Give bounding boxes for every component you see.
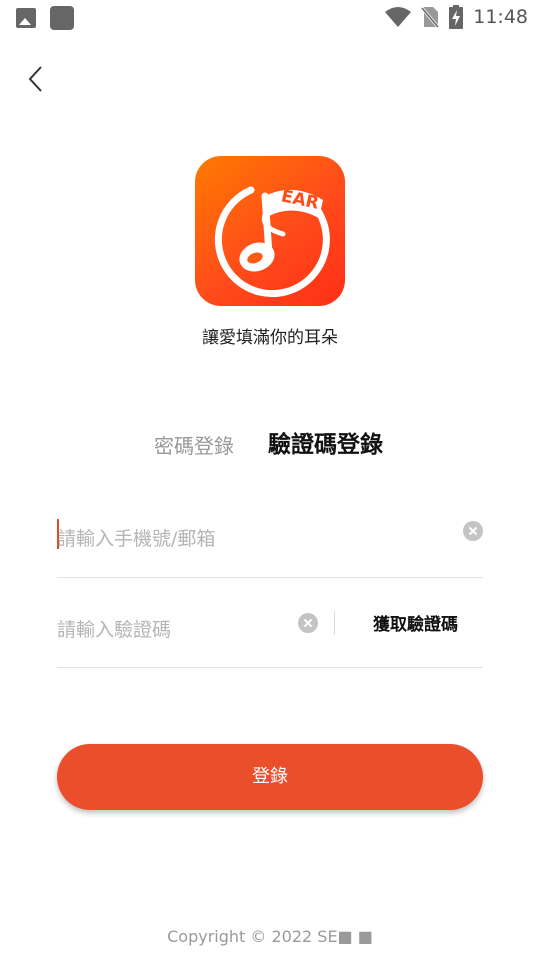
image-icon	[16, 8, 36, 28]
app-square-icon	[50, 6, 74, 30]
copyright-text: Copyright © 2022 SE■ ■	[167, 927, 373, 946]
text-cursor	[57, 519, 59, 549]
verification-code-input[interactable]	[57, 592, 287, 667]
login-button[interactable]: 登錄	[57, 744, 483, 810]
phone-email-input[interactable]	[57, 500, 447, 577]
verification-code-field-row: 獲取驗證碼	[57, 592, 483, 668]
wifi-icon	[385, 7, 412, 27]
no-sim-icon	[421, 7, 440, 28]
phone-email-field-row	[57, 500, 483, 578]
battery-charging-icon	[449, 5, 464, 29]
app-logo	[195, 156, 345, 306]
chevron-left-icon	[28, 66, 42, 92]
music-note-logo-icon	[214, 186, 330, 298]
tab-password-login[interactable]: 密碼登錄	[154, 430, 234, 459]
status-bar: 11:48	[0, 0, 540, 36]
divider	[334, 611, 335, 635]
clear-code-button[interactable]	[298, 613, 318, 633]
get-code-button[interactable]: 獲取驗證碼	[373, 610, 458, 635]
back-button[interactable]	[22, 62, 52, 96]
clear-phone-button[interactable]	[463, 521, 483, 541]
app-tagline: 讓愛填滿你的耳朵	[202, 328, 338, 348]
status-time: 11:48	[473, 6, 528, 28]
tab-code-login[interactable]: 驗證碼登錄	[268, 425, 383, 459]
